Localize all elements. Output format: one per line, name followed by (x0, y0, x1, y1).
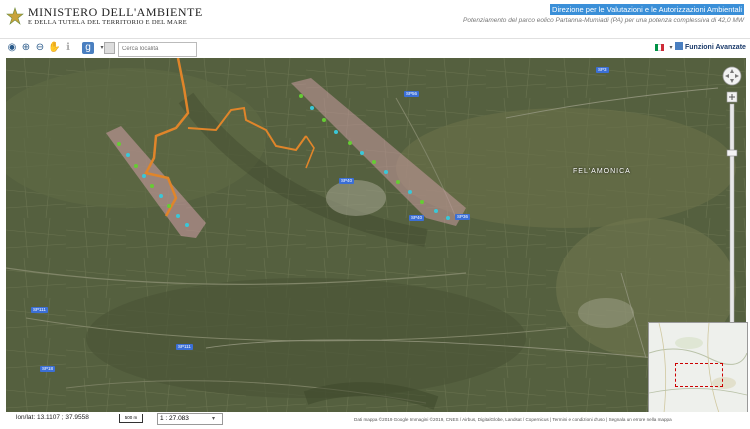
map-imagery (6, 58, 746, 412)
place-label: FEL'AMONICA (573, 168, 631, 175)
pan-hand-icon[interactable]: ✋ (48, 42, 60, 54)
road-badge-sp111: SP111 (176, 344, 193, 350)
header: MINISTERO DELL'AMBIENTE E DELLA TUTELA D… (0, 0, 750, 36)
scale-dropdown-icon[interactable]: ▾ (212, 415, 215, 422)
minimap-extent-box[interactable] (675, 363, 723, 387)
scale-bar: 500 m (119, 414, 143, 423)
tools-icon (675, 42, 683, 50)
advanced-functions-label: Funzioni Avanzate (685, 44, 746, 51)
globe-icon[interactable]: ◉ (6, 42, 18, 54)
road-badge-sp36: SP36 (455, 214, 471, 220)
road-badge-sp56: SP56 (404, 91, 420, 97)
zoom-slider-track (729, 103, 735, 345)
map-copyright[interactable]: Dati mappa ©2019 Google Immagini ©2019, … (352, 416, 674, 423)
ministry-subtitle: E DELLA TUTELA DEL TERRITORIO E DEL MARE (28, 19, 188, 26)
italy-flag-icon[interactable] (655, 44, 664, 51)
road-badge-sp3: SP3 (596, 67, 609, 73)
zoom-in-icon[interactable]: ⊕ (20, 42, 32, 54)
road-badge-sp40-east: SP40 (409, 215, 425, 221)
road-badge-sp111-west: SP111 (31, 307, 48, 313)
advanced-functions-button[interactable]: Funzioni Avanzate (675, 42, 746, 51)
layers-icon[interactable] (104, 42, 115, 54)
satellite-map[interactable]: SP3 SP56 SP40 SP40 SP36 SP111 SP111 SP18 (6, 58, 746, 412)
zoom-out-icon[interactable]: ⊖ (34, 42, 46, 54)
ministry-star-icon (6, 7, 24, 25)
ministry-title: MINISTERO DELL'AMBIENTE (28, 5, 203, 19)
road-badge-sp18: SP18 (40, 366, 56, 372)
search-input[interactable] (118, 42, 197, 57)
road-badge-sp40: SP40 (339, 178, 355, 184)
direction-link[interactable]: Direzione per le Valutazioni e le Autori… (550, 4, 744, 15)
map-toolbar: ◉ ⊕ ⊖ ✋ ℹ g ▾ ▾ Funzioni Avanzate (0, 38, 750, 58)
project-description: Potenziamento del parco eolico Partanna-… (463, 17, 744, 24)
google-layer-icon[interactable]: g (82, 42, 94, 54)
info-icon[interactable]: ℹ (62, 42, 74, 54)
zoom-slider-handle (726, 149, 738, 157)
coordinates-readout: lon/lat: 13.1107 ; 37.9558 (16, 414, 89, 421)
overview-minimap[interactable] (648, 322, 748, 414)
